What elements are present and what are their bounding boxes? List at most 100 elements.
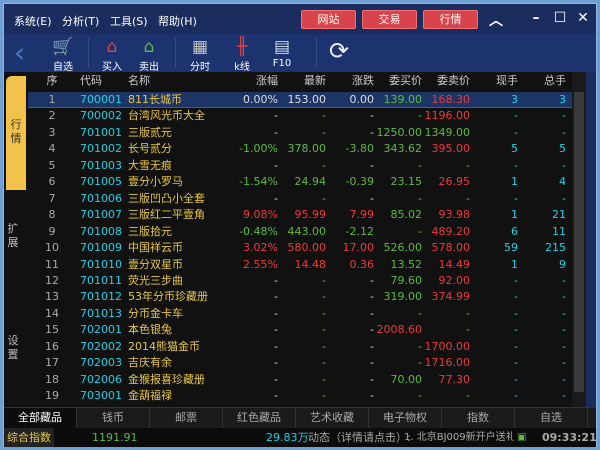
tab-7[interactable]: 自选 xyxy=(515,408,588,429)
tab-5[interactable]: 电子物权 xyxy=(369,408,442,429)
total-volume-cell: - xyxy=(562,158,566,172)
menu-system[interactable]: 系统(E) xyxy=(14,13,52,29)
table-row[interactable]: 4 701002 长号贰分 -1.00% 378.00 -3.80 343.62 395.00… xyxy=(28,141,572,157)
table-row[interactable]: 5 701003 大雪无痕 - - - - - - - xyxy=(28,158,572,174)
table-row[interactable]: 8 701007 三版红二平壹角 9.08% 95.99 7.99 85.02 93.98 1 2… xyxy=(28,207,572,223)
table-row[interactable]: 12 701011 荧光三步曲 - - -79.60 92.00- - xyxy=(28,273,572,289)
tab-6[interactable]: 指数 xyxy=(442,408,515,429)
tool-label: F10 xyxy=(272,58,292,69)
change-pct-cell: - xyxy=(274,158,278,172)
trade-button[interactable]: 交易 xyxy=(362,10,417,29)
collapse-icon[interactable]: ︿ xyxy=(487,10,505,30)
scroll-thumb[interactable] xyxy=(574,92,584,392)
side-tab-market[interactable]: 行情 xyxy=(6,76,26,190)
current-volume-cell: 59 xyxy=(504,241,518,255)
bid-price-cell: - xyxy=(418,224,422,238)
tab-3[interactable]: 红色藏品 xyxy=(223,408,296,429)
table-row[interactable]: 19 703001 金葫福禄 - - - - - - - xyxy=(28,388,572,404)
change-pct-cell: - xyxy=(274,290,278,304)
seq-cell: 9 xyxy=(48,224,56,238)
tab-0[interactable]: 全部藏品 xyxy=(4,408,77,429)
table-row[interactable]: 13 701012 53年分币珍藏册 - - -319.00 374.99- - xyxy=(28,289,572,305)
maximize-icon[interactable]: ☐ xyxy=(551,10,569,26)
current-volume-cell: - xyxy=(514,158,518,172)
ask-price-cell: - xyxy=(466,306,470,320)
buy-button[interactable]: ⌂ 买入 xyxy=(94,36,130,73)
sell-button[interactable]: ⌂ 卖出 xyxy=(131,36,167,73)
seq-cell: 16 xyxy=(45,339,59,353)
tab-1[interactable]: 钱币 xyxy=(77,408,150,429)
header-bid-price[interactable]: 委买价 xyxy=(368,72,422,90)
menu-analysis[interactable]: 分析(T) xyxy=(62,13,99,29)
total-volume-cell: - xyxy=(562,125,566,139)
table-row[interactable]: 6 701005 壹分小罗马 -1.54% 24.94 -0.39 23.15 26.95 1 4 xyxy=(28,174,572,190)
table-row[interactable]: 9 701008 三版拾元 -0.48% 443.00 -2.12-489.20 6 11 xyxy=(28,224,572,240)
table-row[interactable]: 3 701001 三版贰元 - - -1250.00 1349.00- - xyxy=(28,125,572,141)
tool-label: 分时 xyxy=(190,62,210,73)
table-row[interactable]: 11 701010 壹分双星币 2.55% 14.48 0.36 13.52 14.49 1 9 xyxy=(28,257,572,273)
website-button[interactable]: 网站 xyxy=(301,10,356,29)
table-row[interactable]: 16 702002 2014熊猫金币 - - - -1700.00- - xyxy=(28,339,572,355)
current-volume-cell: - xyxy=(514,389,518,403)
menu-tools[interactable]: 工具(S) xyxy=(110,13,148,29)
tool-label: 自选 xyxy=(53,62,73,73)
f10-button[interactable]: ▤ F10 xyxy=(264,36,300,69)
current-volume-cell: - xyxy=(514,356,518,370)
close-icon[interactable]: ✕ xyxy=(574,10,592,26)
change-pct-cell: - xyxy=(274,356,278,370)
watchlist-button[interactable]: 🛒 自选 xyxy=(45,36,81,73)
table-row[interactable]: 2 700002 台湾风光币大全 - - - -1196.00- - xyxy=(28,108,572,124)
bid-price-cell: 2008.60 xyxy=(376,323,423,337)
table-row[interactable]: 7 701006 三版凹凸小全套 - - - - - - - xyxy=(28,191,572,207)
bid-price-cell: 23.15 xyxy=(390,175,423,189)
current-volume-cell: - xyxy=(514,191,518,205)
bid-price-cell: 1250.00 xyxy=(376,125,423,139)
current-volume-cell: - xyxy=(514,125,518,139)
ask-price-cell: 77.30 xyxy=(438,372,471,386)
last-price-cell: 443.00 xyxy=(287,224,327,238)
header-current-volume[interactable]: 现手 xyxy=(478,72,518,90)
total-volume-cell: - xyxy=(562,372,566,386)
divider xyxy=(88,38,89,68)
seq-cell: 5 xyxy=(48,158,56,172)
back-icon[interactable]: ‹ xyxy=(14,36,25,69)
total-volume-cell: - xyxy=(562,389,566,403)
ask-price-cell: 489.20 xyxy=(431,224,471,238)
table-row[interactable]: 14 701013 分币金卡车 - - - - - - - xyxy=(28,306,572,322)
tab-4[interactable]: 艺术收藏 xyxy=(296,408,369,429)
table-row[interactable]: 1 700001 811长城币 0.00% 153.00 0.00 139.00 168.30… xyxy=(28,92,572,108)
side-tab-extend[interactable]: 扩展 xyxy=(6,222,20,250)
header-last-price[interactable]: 最新 xyxy=(278,72,326,90)
market-button[interactable]: 行情 xyxy=(423,10,478,29)
table-row[interactable]: 17 702003 吉庆有余 - - - -1716.00- - xyxy=(28,355,572,371)
header-total-volume[interactable]: 总手 xyxy=(523,72,566,90)
table-row[interactable]: 18 702006 金猴报喜珍藏册 - - -70.00 77.30- - xyxy=(28,372,572,388)
ask-price-cell: 1349.00 xyxy=(424,125,471,139)
divider xyxy=(316,38,317,68)
seq-cell: 1 xyxy=(48,93,56,106)
current-volume-cell: - xyxy=(514,273,518,287)
ask-price-cell: 14.49 xyxy=(438,257,471,271)
table-row[interactable]: 15 702001 本色银兔 - - -2008.60- - - xyxy=(28,322,572,338)
minimize-icon[interactable]: – xyxy=(527,10,545,26)
bid-price-cell: - xyxy=(418,158,422,172)
seq-cell: 12 xyxy=(45,273,59,287)
table-row[interactable]: 10 701009 中国祥云币 3.02% 580.00 17.00 526.00 578.0… xyxy=(28,240,572,256)
index-label[interactable]: 综合指数 xyxy=(4,428,54,447)
header-seq[interactable]: 序 xyxy=(36,72,68,90)
kline-button[interactable]: ╫ k线 xyxy=(224,36,260,73)
news-ticker[interactable]: 1. 北京BJ009新开户送礼暨a xyxy=(404,428,514,447)
side-tab-settings[interactable]: 设置 xyxy=(6,334,20,362)
menu-help[interactable]: 帮助(H) xyxy=(158,13,197,29)
change-pct-cell: -1.00% xyxy=(239,142,278,156)
total-volume-cell: 21 xyxy=(552,208,566,222)
header-change-pct[interactable]: 涨幅 xyxy=(228,72,278,90)
current-volume-cell: - xyxy=(514,290,518,304)
header-ask-price[interactable]: 委卖价 xyxy=(418,72,470,90)
scrollbar[interactable] xyxy=(572,72,586,407)
timeshare-button[interactable]: ▦ 分时 xyxy=(182,36,218,73)
refresh-icon[interactable]: ⟳ xyxy=(329,37,349,65)
total-volume-cell: - xyxy=(562,356,566,370)
seq-cell: 4 xyxy=(48,142,56,156)
tab-2[interactable]: 邮票 xyxy=(150,408,223,429)
